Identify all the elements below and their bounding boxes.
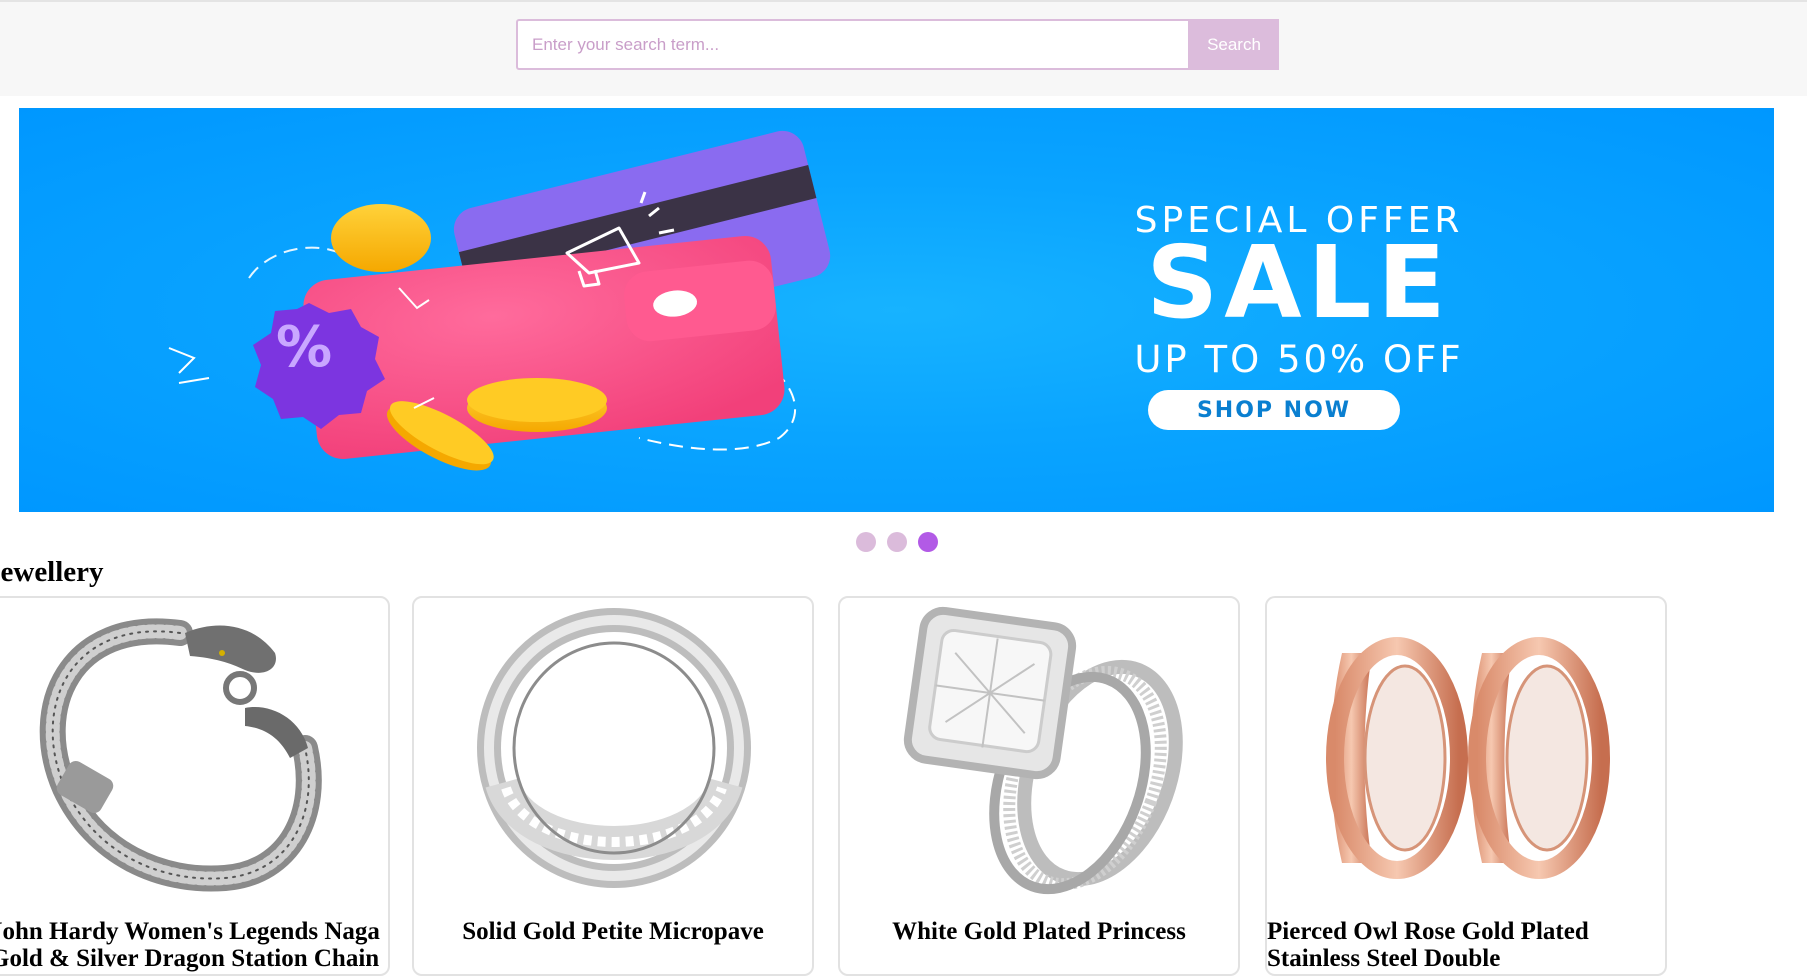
section-title: Jewellery xyxy=(0,556,104,588)
product-title: John Hardy Women's Legends Naga Gold & S… xyxy=(0,918,380,972)
product-title: Pierced Owl Rose Gold Plated Stainless S… xyxy=(1267,918,1589,972)
discount-text: UP TO 50% OFF xyxy=(1134,338,1464,381)
shop-now-button[interactable]: SHOP NOW xyxy=(1148,390,1400,430)
search-button[interactable]: Search xyxy=(1189,19,1279,70)
carousel-dots xyxy=(0,532,1807,552)
ring-image xyxy=(477,608,751,888)
bracelet-image xyxy=(39,618,322,892)
carousel-dot-3-active[interactable] xyxy=(918,532,938,552)
percent-badge-text: % xyxy=(276,315,332,380)
promo-banner[interactable]: % SPECIAL OFFER SALE UP TO 50% OFF SHOP … xyxy=(19,108,1774,512)
carousel-dot-2[interactable] xyxy=(887,532,907,552)
product-card[interactable]: Solid Gold Petite Micropave xyxy=(412,596,814,976)
product-card[interactable]: John Hardy Women's Legends Naga Gold & S… xyxy=(0,596,390,976)
engagement-ring-image xyxy=(903,606,1183,895)
rose-gold-tunnel-image xyxy=(1326,637,1610,879)
search-input[interactable] xyxy=(516,19,1190,70)
product-title: Solid Gold Petite Micropave xyxy=(462,918,764,945)
sale-text: SALE xyxy=(1146,224,1452,341)
carousel-dot-1[interactable] xyxy=(856,532,876,552)
product-card[interactable]: White Gold Plated Princess xyxy=(838,596,1240,976)
search-header: Search xyxy=(0,2,1807,96)
product-card[interactable]: Pierced Owl Rose Gold Plated Stainless S… xyxy=(1265,596,1667,976)
product-title: White Gold Plated Princess xyxy=(892,918,1186,945)
